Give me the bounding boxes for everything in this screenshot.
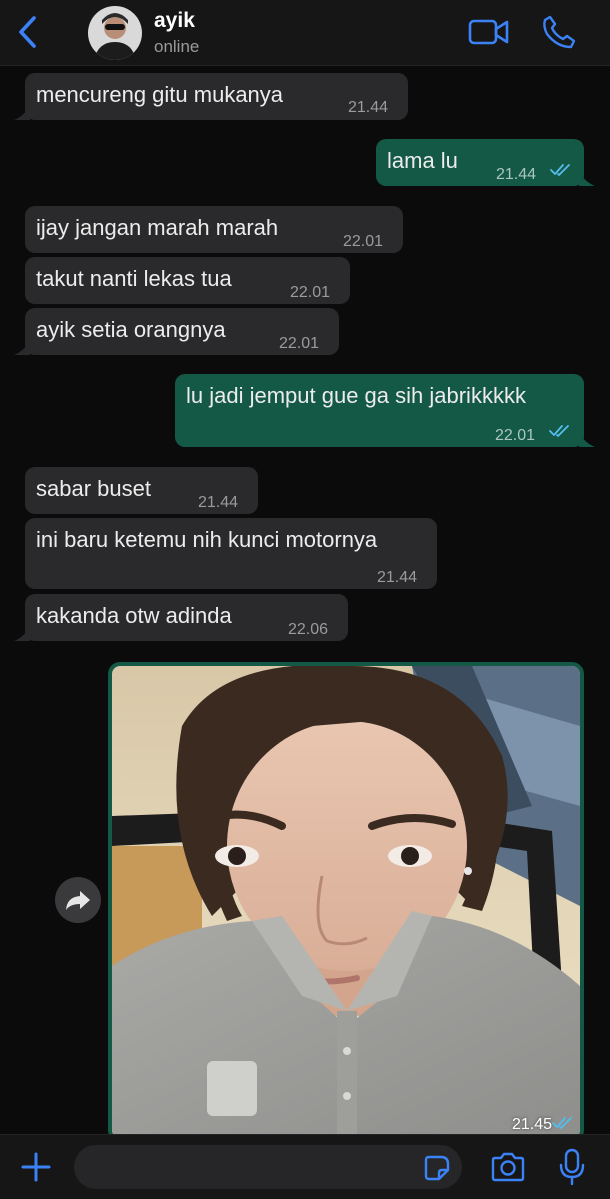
message-list[interactable]: mencureng gitu mukanya 21.44 lama lu 21.… [0, 66, 610, 1134]
double-check-icon [549, 425, 569, 437]
bubble-tail [579, 172, 595, 186]
contact-name[interactable]: ayik [154, 9, 195, 33]
bubble-tail [14, 627, 30, 641]
message-time: 21.44 [377, 569, 418, 586]
message-bubble-incoming[interactable]: mencureng gitu mukanya 21.44 [14, 73, 408, 120]
photo-image[interactable] [112, 666, 580, 1134]
message-time: 21.44 [348, 99, 389, 116]
message-time: 21.44 [198, 494, 239, 511]
phone-icon[interactable] [541, 14, 577, 50]
chat-header: ayik online [0, 0, 610, 66]
message-text: kakanda otw adinda [36, 603, 232, 628]
message-time: 22.01 [343, 233, 384, 250]
microphone-icon[interactable] [558, 1148, 586, 1186]
message-bubble-incoming[interactable]: ijay jangan marah marah 22.01 [25, 206, 403, 253]
message-input[interactable] [74, 1145, 462, 1189]
message-bubble-incoming[interactable]: ayik setia orangnya 22.01 [14, 308, 339, 355]
bubble-tail [579, 433, 595, 447]
bubble-tail [14, 341, 30, 355]
message-bubble-incoming[interactable]: kakanda otw adinda 22.06 [14, 594, 348, 641]
message-text: ijay jangan marah marah [36, 215, 279, 240]
message-time: 22.01 [495, 427, 536, 444]
message-text: ini baru ketemu nih kunci motornya [36, 527, 378, 552]
video-camera-icon[interactable] [468, 16, 510, 48]
photo-message[interactable]: 21.45 [108, 662, 584, 1134]
message-text: lama lu [387, 148, 458, 173]
camera-icon[interactable] [490, 1152, 526, 1182]
message-time: 22.01 [290, 284, 331, 301]
message-text: sabar buset [36, 476, 151, 501]
chevron-left-icon[interactable] [14, 14, 44, 50]
composer-bar [0, 1134, 610, 1199]
message-bubble-outgoing[interactable]: lu jadi jemput gue ga sih jabrikkkkk 22.… [175, 374, 595, 447]
message-bubble-incoming[interactable]: ini baru ketemu nih kunci motornya 21.44 [25, 518, 437, 589]
forward-button[interactable] [55, 877, 101, 923]
double-check-icon [550, 164, 570, 176]
plus-icon[interactable] [20, 1151, 52, 1183]
message-time: 22.06 [288, 621, 329, 638]
message-bubble-outgoing[interactable]: lama lu 21.44 [376, 139, 595, 186]
message-text: ayik setia orangnya [36, 317, 226, 342]
message-bubble-incoming[interactable]: takut nanti lekas tua 22.01 [25, 257, 350, 304]
message-bubble-incoming[interactable]: sabar buset 21.44 [25, 467, 258, 514]
avatar[interactable] [88, 6, 142, 60]
forward-arrow-icon [66, 891, 90, 910]
message-text: takut nanti lekas tua [36, 266, 232, 291]
message-text: mencureng gitu mukanya [36, 82, 284, 107]
double-check-icon [552, 1117, 572, 1129]
message-time: 21.45 [511, 1116, 552, 1133]
sticker-icon[interactable] [424, 1155, 450, 1181]
contact-status: online [154, 37, 200, 56]
message-text: lu jadi jemput gue ga sih jabrikkkkk [186, 383, 526, 408]
message-time: 22.01 [279, 335, 320, 352]
bubble-tail [14, 106, 30, 120]
message-time: 21.44 [496, 166, 537, 183]
